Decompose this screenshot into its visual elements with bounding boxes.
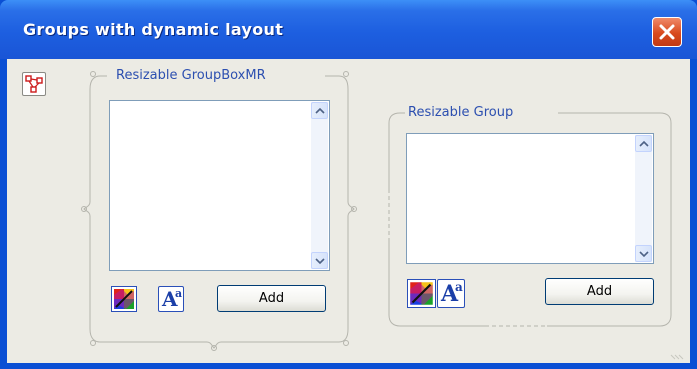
chevron-up-icon — [315, 107, 325, 114]
scroll-track[interactable] — [635, 152, 652, 247]
scroll-up-button[interactable] — [311, 102, 328, 119]
group-mr-listbox[interactable] — [109, 100, 330, 271]
chevron-down-icon — [639, 251, 649, 258]
group-mr-font-button[interactable]: A a — [158, 286, 184, 312]
group-mr-color-button[interactable] — [111, 286, 137, 312]
font-icon-superscript: a — [455, 280, 463, 294]
window-title: Groups with dynamic layout — [23, 20, 284, 39]
group-add-button[interactable]: Add — [545, 278, 654, 305]
group-mr-title: Resizable GroupBoxMR — [113, 68, 269, 84]
scroll-down-button[interactable] — [635, 245, 652, 262]
scroll-down-button[interactable] — [311, 252, 328, 269]
font-icon-superscript: a — [175, 287, 183, 300]
chevron-down-icon — [315, 258, 325, 265]
group-font-button[interactable]: A a — [437, 279, 465, 308]
color-picker-icon — [410, 282, 433, 305]
close-icon — [659, 24, 675, 40]
group-scrollbar[interactable] — [635, 135, 652, 262]
title-bar[interactable]: Groups with dynamic layout — [0, 0, 697, 59]
chevron-up-icon — [639, 140, 649, 147]
layout-button[interactable] — [22, 72, 46, 96]
group-mr-scrollbar[interactable] — [311, 102, 328, 269]
app-window: Groups with dynamic layout Resizable Gro… — [0, 0, 697, 369]
color-picker-icon — [114, 289, 134, 309]
scroll-track[interactable] — [311, 119, 328, 254]
group-title: Resizable Group — [405, 105, 517, 121]
group-color-button[interactable] — [407, 279, 436, 308]
group-listbox[interactable] — [406, 133, 654, 264]
layout-graph-icon — [25, 75, 43, 93]
group-mr-add-button[interactable]: Add — [217, 285, 326, 312]
client-area: Resizable GroupBoxMR A a Add Resizable G… — [7, 59, 690, 363]
scroll-up-button[interactable] — [635, 135, 652, 152]
close-button[interactable] — [652, 17, 682, 47]
